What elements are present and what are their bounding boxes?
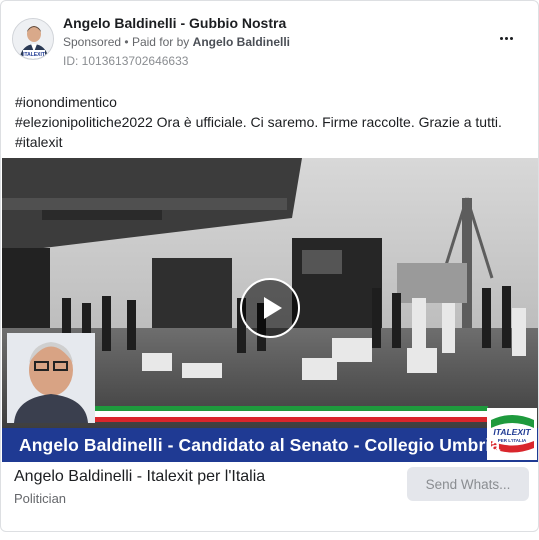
paid-for-prefix: Paid for by (131, 35, 190, 49)
logo-text-sub: PER L'ITALIA (498, 438, 527, 443)
sponsored-label: Sponsored (63, 35, 122, 49)
avatar-image: ITALEXIT (13, 19, 53, 59)
more-options-button[interactable] (494, 28, 518, 48)
dot-icon (499, 36, 503, 40)
dot-icon (504, 36, 508, 40)
send-whatsapp-button[interactable]: Send Whats... (407, 467, 529, 501)
play-button[interactable] (240, 278, 300, 338)
page-name[interactable]: Angelo Baldinelli - Gubbio Nostra (63, 15, 286, 31)
dot-icon (509, 36, 513, 40)
play-icon (264, 297, 282, 319)
video-banner-label: Angelo Baldinelli - Candidato al Senato … (19, 435, 501, 455)
paid-for-name: Angelo Baldinelli (192, 35, 290, 49)
post-line: #ionondimentico (15, 94, 117, 110)
link-title[interactable]: Angelo Baldinelli - Italexit per l'Itali… (14, 468, 265, 486)
post-text: #ionondimentico #elezionipolitiche2022 O… (15, 92, 530, 152)
page-avatar[interactable]: ITALEXIT (12, 18, 54, 60)
ad-card: ITALEXIT Angelo Baldinelli - Gubbio Nost… (0, 0, 539, 532)
avatar-logo-text: ITALEXIT (23, 52, 45, 58)
ad-id: ID: 1013613702646633 (63, 54, 189, 68)
post-line: #italexit (15, 134, 63, 150)
post-line: #elezionipolitiche2022 Ora è ufficiale. … (15, 114, 502, 130)
link-subtitle: Politician (14, 491, 67, 506)
sponsor-line: Sponsored • Paid for by Angelo Baldinell… (63, 35, 290, 49)
separator: • (124, 35, 129, 49)
